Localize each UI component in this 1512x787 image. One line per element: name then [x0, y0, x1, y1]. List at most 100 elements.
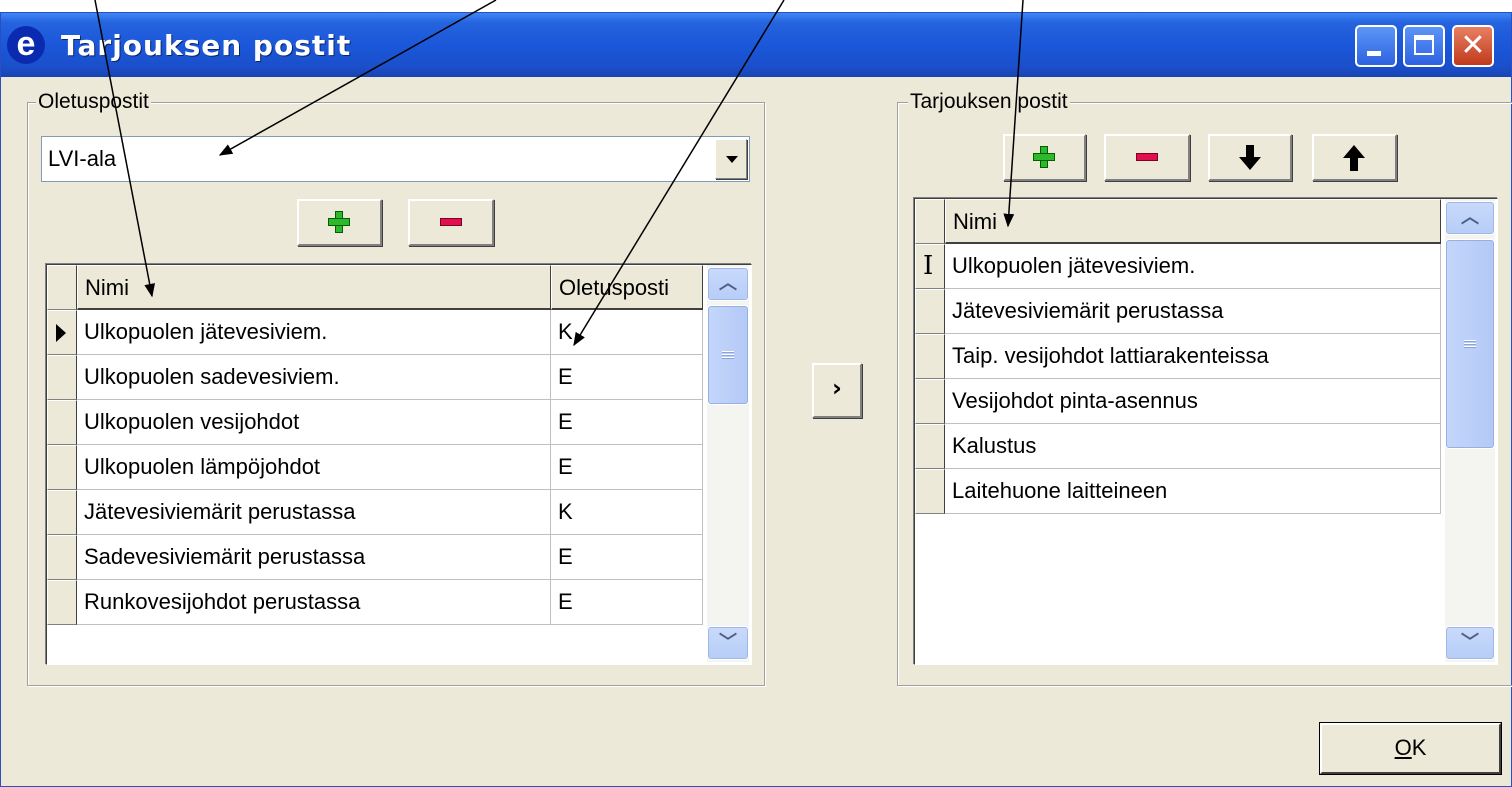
ok-button[interactable]: OK [1320, 723, 1501, 774]
cell-default[interactable]: E [551, 580, 703, 625]
close-button[interactable]: ✕ [1452, 25, 1494, 67]
plus-icon [1033, 146, 1055, 168]
scrollbar-thumb[interactable] [707, 305, 749, 405]
row-indicator[interactable] [47, 535, 77, 580]
offer-items-grid[interactable]: Nimi I Ulkopuolen jätevesiviem. Jätevesivi… [914, 198, 1498, 665]
scroll-down-button[interactable]: ﹀ [707, 626, 749, 660]
cell-name[interactable]: Vesijohdot pinta-asennus [945, 379, 1441, 424]
remove-offer-item-button[interactable] [1104, 134, 1190, 181]
arrow-down-icon [1239, 145, 1261, 171]
grip-icon [722, 351, 734, 360]
cell-name[interactable]: Ulkopuolen lämpöjohdot [77, 445, 551, 490]
cell-name[interactable]: Laitehuone laitteineen [945, 469, 1441, 514]
scrollbar-thumb[interactable] [1445, 239, 1495, 449]
ok-label-rest: K [1411, 735, 1427, 760]
table-row[interactable]: Laitehuone laitteineen [915, 469, 1441, 514]
indicator-header [915, 199, 945, 244]
table-row[interactable]: Ulkopuolen jätevesiviem. K [47, 310, 707, 355]
e-app-icon[interactable]: e [7, 26, 45, 64]
move-up-button[interactable] [1312, 134, 1397, 181]
scroll-up-icon: ︿ [1461, 207, 1479, 228]
row-indicator[interactable] [915, 424, 945, 469]
cell-name[interactable]: Runkovesijohdot perustassa [77, 580, 551, 625]
table-row[interactable]: Ulkopuolen vesijohdot E [47, 400, 707, 445]
table-row[interactable]: Vesijohdot pinta-asennus [915, 379, 1441, 424]
table-row[interactable]: Ulkopuolen sadevesiviem. E [47, 355, 707, 400]
grip-icon [1464, 340, 1476, 349]
indicator-header [47, 265, 77, 310]
remove-default-item-button[interactable] [408, 199, 494, 246]
table-row[interactable]: Jätevesiviemärit perustassa [915, 289, 1441, 334]
table-row[interactable]: Ulkopuolen lämpöjohdot E [47, 445, 707, 490]
move-down-button[interactable] [1208, 134, 1292, 181]
table-row[interactable]: Jätevesiviemärit perustassa K [47, 490, 707, 535]
table-row[interactable]: I Ulkopuolen jätevesiviem. [915, 244, 1441, 289]
arrow-up-icon [1343, 145, 1365, 171]
add-offer-item-button[interactable] [1003, 134, 1086, 181]
vertical-scrollbar[interactable]: ︿ ﹀ [707, 265, 749, 662]
cell-default[interactable]: K [551, 310, 703, 355]
category-combobox[interactable]: LVI-ala [41, 136, 750, 182]
row-indicator[interactable] [47, 445, 77, 490]
title-bar[interactable]: e Tarjouksen postit ✕ [1, 13, 1511, 77]
cell-default[interactable]: E [551, 535, 703, 580]
cell-name[interactable]: Ulkopuolen vesijohdot [77, 400, 551, 445]
row-indicator[interactable] [47, 580, 77, 625]
scroll-up-button[interactable]: ︿ [707, 267, 749, 301]
dropdown-button[interactable] [715, 139, 747, 179]
cell-name[interactable]: Taip. vesijohdot lattiarakenteissa [945, 334, 1441, 379]
ok-mnemonic: O [1394, 735, 1412, 760]
row-indicator[interactable] [915, 469, 945, 514]
cell-name[interactable]: Ulkopuolen jätevesiviem. [945, 244, 1441, 289]
row-indicator[interactable] [47, 490, 77, 535]
scroll-down-button[interactable]: ﹀ [1445, 626, 1495, 660]
table-row[interactable]: Taip. vesijohdot lattiarakenteissa [915, 334, 1441, 379]
cell-name[interactable]: Sadevesiviemärit perustassa [77, 535, 551, 580]
chevron-right-icon: › [832, 374, 842, 402]
vertical-scrollbar[interactable]: ︿ ﹀ [1445, 199, 1495, 662]
cell-name[interactable]: Ulkopuolen jätevesiviem. [77, 310, 551, 355]
row-indicator[interactable] [915, 379, 945, 424]
row-indicator[interactable] [915, 289, 945, 334]
scroll-up-button[interactable]: ︿ [1445, 201, 1495, 235]
column-header-name[interactable]: Nimi [77, 265, 551, 310]
row-indicator[interactable] [47, 310, 77, 355]
row-indicator[interactable] [915, 334, 945, 379]
cell-default[interactable]: E [551, 400, 703, 445]
minimize-button[interactable] [1355, 25, 1397, 67]
minus-icon [1136, 153, 1158, 161]
cell-default[interactable]: E [551, 355, 703, 400]
table-row[interactable]: Runkovesijohdot perustassa E [47, 580, 707, 625]
row-indicator[interactable] [47, 400, 77, 445]
row-pointer-icon [56, 324, 66, 342]
offer-items-group-label: Tarjouksen postit [908, 90, 1070, 114]
cell-name[interactable]: Jätevesiviemärit perustassa [77, 490, 551, 535]
default-items-grid[interactable]: Nimi Oletusposti Ulkopuolen jätevesiviem… [46, 264, 752, 665]
scroll-down-icon: ﹀ [1461, 632, 1479, 653]
table-row[interactable]: Kalustus [915, 424, 1441, 469]
default-items-group-label: Oletuspostit [36, 90, 151, 114]
cell-name[interactable]: Ulkopuolen sadevesiviem. [77, 355, 551, 400]
column-header-name[interactable]: Nimi [945, 199, 1441, 244]
row-indicator[interactable]: I [915, 244, 945, 289]
row-indicator[interactable] [47, 355, 77, 400]
plus-icon [328, 211, 350, 233]
category-combobox-value: LVI-ala [48, 146, 117, 171]
cell-name[interactable]: Kalustus [945, 424, 1441, 469]
scroll-down-icon: ﹀ [719, 632, 737, 653]
minus-icon [440, 218, 462, 226]
dropdown-arrow-icon [726, 156, 738, 163]
minimize-icon [1367, 51, 1381, 56]
grid-header-row: Nimi Oletusposti [47, 265, 707, 310]
text-cursor-icon: I [923, 251, 934, 281]
cell-default[interactable]: K [551, 490, 703, 535]
ok-button-label: OK [1322, 725, 1499, 771]
cell-default[interactable]: E [551, 445, 703, 490]
cell-name[interactable]: Jätevesiviemärit perustassa [945, 289, 1441, 334]
column-header-default[interactable]: Oletusposti [551, 265, 703, 310]
transfer-button[interactable]: › [812, 363, 862, 418]
window-title: Tarjouksen postit [61, 29, 352, 62]
add-default-item-button[interactable] [297, 199, 382, 246]
table-row[interactable]: Sadevesiviemärit perustassa E [47, 535, 707, 580]
maximize-button[interactable] [1403, 25, 1445, 67]
